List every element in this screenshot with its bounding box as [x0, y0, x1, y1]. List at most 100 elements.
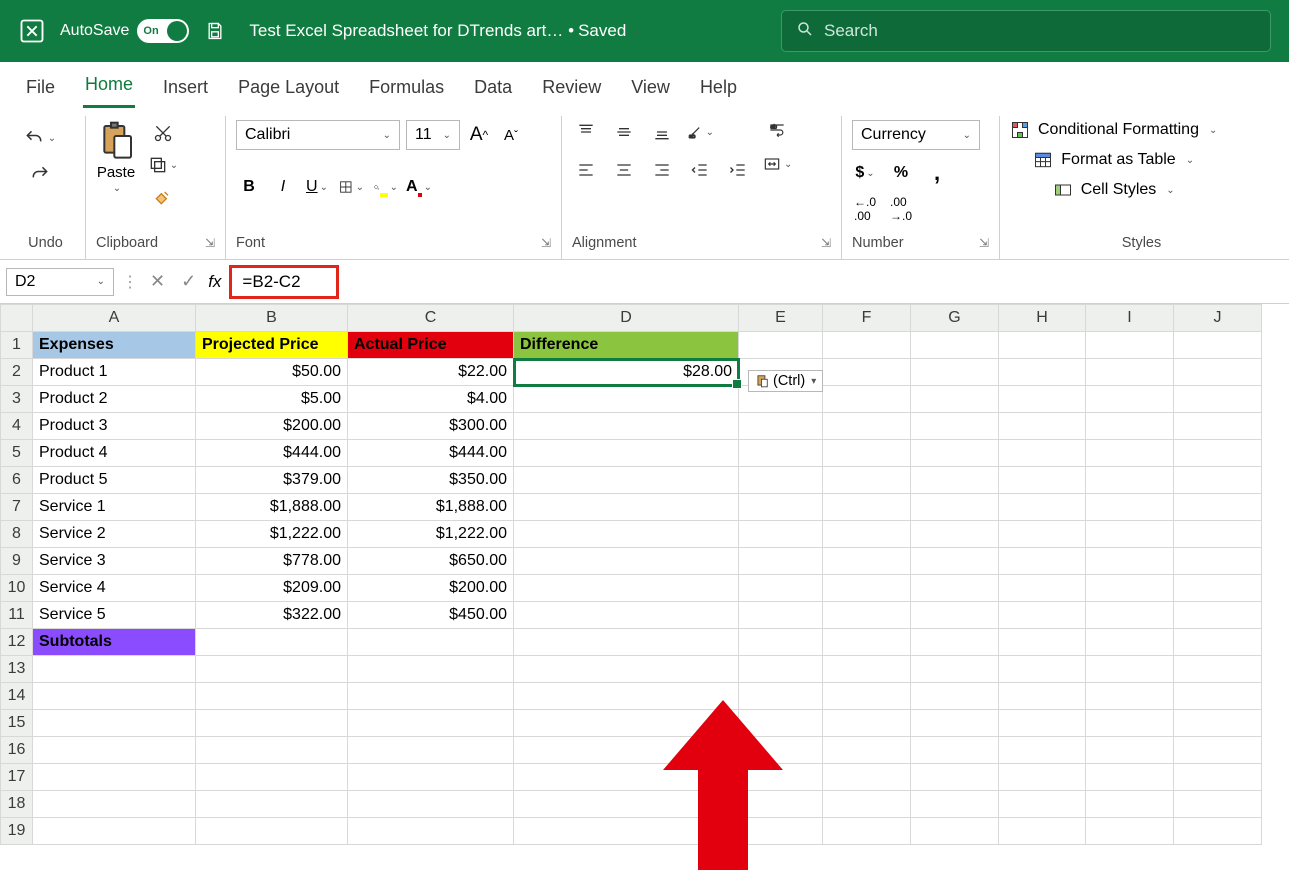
cell[interactable] [823, 575, 911, 602]
cell[interactable] [514, 548, 739, 575]
tab-insert[interactable]: Insert [161, 69, 210, 108]
row-header[interactable]: 15 [1, 710, 33, 737]
column-header[interactable]: H [999, 305, 1086, 332]
cell[interactable] [348, 710, 514, 737]
cell[interactable] [911, 683, 999, 710]
cell[interactable] [823, 656, 911, 683]
row-header[interactable]: 6 [1, 467, 33, 494]
cell[interactable] [739, 467, 823, 494]
cell[interactable] [1086, 791, 1174, 818]
cell[interactable] [1174, 494, 1262, 521]
fx-icon[interactable]: fx [208, 272, 221, 292]
cell[interactable] [1174, 521, 1262, 548]
cell[interactable] [739, 710, 823, 737]
formula-input[interactable]: =B2-C2 [229, 265, 339, 299]
toggle-switch[interactable]: On [137, 19, 189, 43]
cell[interactable] [1086, 710, 1174, 737]
cell[interactable]: $200.00 [196, 413, 348, 440]
accounting-format-button[interactable]: $⌄ [852, 160, 878, 186]
decrease-indent-button[interactable] [686, 158, 714, 182]
decrease-font-button[interactable]: Aˇ [498, 122, 524, 148]
cell[interactable] [823, 359, 911, 386]
cell[interactable] [514, 629, 739, 656]
cell[interactable] [823, 548, 911, 575]
cell[interactable] [514, 818, 739, 845]
cell[interactable]: Service 1 [33, 494, 196, 521]
cell[interactable] [1174, 791, 1262, 818]
name-box[interactable]: D2⌄ [6, 268, 114, 296]
select-all-corner[interactable] [1, 305, 33, 332]
cell[interactable] [911, 494, 999, 521]
cell[interactable] [999, 359, 1086, 386]
cell[interactable]: $350.00 [348, 467, 514, 494]
cell[interactable] [911, 521, 999, 548]
borders-button[interactable]: ⌄ [338, 174, 364, 200]
wrap-text-button[interactable]: ab [762, 120, 792, 140]
cell[interactable] [823, 602, 911, 629]
cell[interactable] [999, 602, 1086, 629]
cell[interactable] [1174, 818, 1262, 845]
autosave-toggle[interactable]: AutoSave On [60, 19, 189, 43]
cell[interactable] [999, 656, 1086, 683]
cell[interactable] [514, 602, 739, 629]
cell[interactable]: $379.00 [196, 467, 348, 494]
cell[interactable] [999, 575, 1086, 602]
cell[interactable] [1174, 764, 1262, 791]
cell[interactable] [911, 332, 999, 359]
tab-view[interactable]: View [629, 69, 672, 108]
cell[interactable] [999, 791, 1086, 818]
cell[interactable] [999, 548, 1086, 575]
cell[interactable] [348, 818, 514, 845]
comma-format-button[interactable]: , [924, 160, 950, 186]
cell[interactable] [911, 818, 999, 845]
cell[interactable] [739, 548, 823, 575]
cell[interactable] [1174, 629, 1262, 656]
save-icon[interactable] [203, 19, 227, 43]
cell[interactable] [1174, 548, 1262, 575]
row-header[interactable]: 4 [1, 413, 33, 440]
cell[interactable]: $1,222.00 [348, 521, 514, 548]
cell[interactable] [1086, 602, 1174, 629]
cell[interactable] [999, 521, 1086, 548]
fill-color-button[interactable]: ⌄ [372, 174, 398, 200]
row-header[interactable]: 1 [1, 332, 33, 359]
row-header[interactable]: 11 [1, 602, 33, 629]
cell[interactable] [823, 737, 911, 764]
cell[interactable]: $300.00 [348, 413, 514, 440]
cell[interactable] [514, 521, 739, 548]
row-header[interactable]: 16 [1, 737, 33, 764]
cell[interactable]: Product 2 [33, 386, 196, 413]
row-header[interactable]: 10 [1, 575, 33, 602]
cell[interactable] [911, 602, 999, 629]
cell[interactable] [348, 629, 514, 656]
cell[interactable] [823, 764, 911, 791]
cell[interactable]: Product 1 [33, 359, 196, 386]
cell[interactable]: $200.00 [348, 575, 514, 602]
align-left-button[interactable] [572, 158, 600, 182]
conditional-formatting-button[interactable]: Conditional Formatting⌄ [1010, 120, 1217, 140]
cell[interactable] [348, 683, 514, 710]
cell[interactable] [911, 548, 999, 575]
cell[interactable]: $450.00 [348, 602, 514, 629]
align-top-button[interactable] [572, 120, 600, 144]
cell[interactable] [196, 737, 348, 764]
column-header[interactable]: I [1086, 305, 1174, 332]
cell[interactable] [196, 656, 348, 683]
cell[interactable] [514, 737, 739, 764]
cell[interactable] [348, 656, 514, 683]
cell[interactable]: Actual Price [348, 332, 514, 359]
row-header[interactable]: 3 [1, 386, 33, 413]
cell[interactable] [823, 467, 911, 494]
align-center-button[interactable] [610, 158, 638, 182]
cell[interactable]: $322.00 [196, 602, 348, 629]
cell[interactable] [911, 710, 999, 737]
cell[interactable] [739, 413, 823, 440]
cut-button[interactable] [146, 120, 180, 146]
cell[interactable]: $28.00 [514, 359, 739, 386]
row-header[interactable]: 12 [1, 629, 33, 656]
row-header[interactable]: 14 [1, 683, 33, 710]
cell[interactable] [739, 818, 823, 845]
cell[interactable]: $1,888.00 [348, 494, 514, 521]
cell[interactable] [33, 818, 196, 845]
cell[interactable] [1086, 656, 1174, 683]
